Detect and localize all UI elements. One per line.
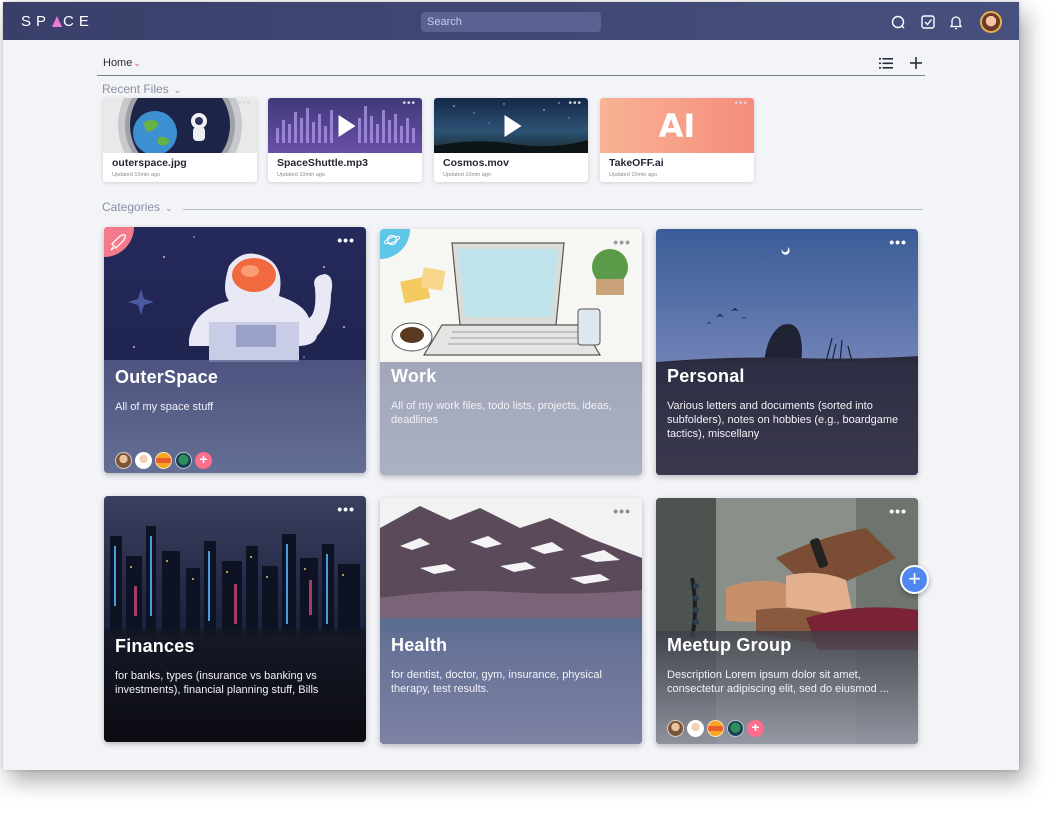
category-title: Finances bbox=[115, 636, 195, 656]
category-title: OuterSpace bbox=[115, 367, 219, 387]
chevron-down-icon: ⌄ bbox=[133, 58, 141, 68]
avatar[interactable] bbox=[135, 452, 152, 469]
user-avatar[interactable] bbox=[980, 11, 1002, 33]
category-description: All of my work files, todo lists, projec… bbox=[391, 400, 612, 426]
play-icon bbox=[338, 114, 356, 137]
category-description: Various letters and documents (sorted in… bbox=[667, 400, 899, 440]
category-card-outerspace[interactable]: ••• OuterSpace All of my space stuff + bbox=[104, 227, 366, 473]
file-name: Cosmos.mov bbox=[443, 157, 509, 169]
file-card[interactable]: ••• SpaceShuttle.mp3 Updated 10min ago bbox=[268, 98, 422, 182]
more-icon[interactable]: ••• bbox=[402, 99, 416, 109]
rocket-icon bbox=[104, 227, 134, 257]
file-card[interactable]: ••• outerspace.jpg Updated 10min ago bbox=[103, 98, 257, 182]
category-description: Description Lorem ipsum dolor sit amet, … bbox=[667, 669, 889, 695]
more-icon[interactable]: ••• bbox=[337, 233, 355, 247]
more-icon[interactable]: ••• bbox=[889, 235, 907, 249]
chevron-down-icon: ⌄ bbox=[165, 203, 173, 213]
avatar[interactable] bbox=[707, 720, 724, 737]
file-thumbnail: AI bbox=[600, 98, 754, 153]
file-thumbnail bbox=[103, 98, 257, 153]
home-dropdown[interactable]: Home⌄ bbox=[103, 57, 141, 69]
categories-toggle[interactable]: Categories ⌄ bbox=[102, 200, 173, 214]
category-title: Meetup Group bbox=[667, 635, 792, 655]
file-thumbnail bbox=[434, 98, 588, 153]
planet-icon bbox=[380, 229, 410, 259]
more-icon[interactable]: ••• bbox=[734, 99, 748, 109]
search-input[interactable] bbox=[421, 12, 601, 32]
more-icon[interactable]: ••• bbox=[237, 99, 251, 109]
category-title: Work bbox=[391, 366, 437, 386]
bell-icon[interactable] bbox=[948, 14, 964, 30]
file-card[interactable]: ••• Cosmos.mov Updated 10min ago bbox=[434, 98, 588, 182]
more-icon[interactable]: ••• bbox=[568, 99, 582, 109]
list-view-icon[interactable] bbox=[879, 58, 893, 69]
file-thumbnail bbox=[268, 98, 422, 153]
avatar[interactable] bbox=[175, 452, 192, 469]
chevron-down-icon: ⌄ bbox=[173, 85, 182, 95]
avatar[interactable] bbox=[115, 452, 132, 469]
ai-file-thumb-text: AI bbox=[658, 107, 696, 145]
app-logo[interactable]: SP CE bbox=[21, 13, 94, 30]
category-card-health[interactable]: ••• Health for dentist, doctor, gym, ins… bbox=[380, 498, 642, 744]
member-avatars: + bbox=[115, 452, 212, 469]
file-name: SpaceShuttle.mp3 bbox=[277, 157, 369, 169]
category-description: for dentist, doctor, gym, insurance, phy… bbox=[391, 669, 602, 695]
divider bbox=[183, 209, 923, 210]
more-icon[interactable]: ••• bbox=[613, 504, 631, 518]
add-member-button[interactable]: + bbox=[747, 720, 764, 737]
avatar[interactable] bbox=[687, 720, 704, 737]
member-avatars: + bbox=[667, 720, 764, 737]
top-bar: SP CE bbox=[3, 2, 1019, 40]
checkbox-icon[interactable] bbox=[920, 14, 936, 30]
play-icon bbox=[504, 114, 522, 137]
file-updated: Updated 10min ago bbox=[277, 172, 326, 178]
add-category-button[interactable]: + bbox=[900, 565, 929, 594]
avatar[interactable] bbox=[727, 720, 744, 737]
more-icon[interactable]: ••• bbox=[337, 502, 355, 516]
recent-files-toggle[interactable]: Recent Files ⌄ bbox=[102, 82, 181, 96]
category-card-finances[interactable]: ••• Finances for banks, types (insurance… bbox=[104, 496, 366, 742]
avatar[interactable] bbox=[667, 720, 684, 737]
file-updated: Updated 10min ago bbox=[112, 172, 161, 178]
avatar[interactable] bbox=[155, 452, 172, 469]
breadcrumb-bar: Home⌄ bbox=[97, 52, 925, 76]
file-name: TakeOFF.ai bbox=[609, 157, 664, 169]
category-description: All of my space stuff bbox=[115, 401, 214, 413]
category-description: for banks, types (insurance vs banking v… bbox=[115, 670, 319, 696]
category-card-work[interactable]: ••• Work All of my work files, todo list… bbox=[380, 229, 642, 475]
app-window: SPCE Home⌄ Recent Files⌄ ••• bbox=[3, 2, 1019, 770]
search-icon[interactable] bbox=[890, 14, 906, 30]
file-card[interactable]: AI ••• TakeOFF.ai Updated 10min ago bbox=[600, 98, 754, 182]
file-name: outerspace.jpg bbox=[112, 157, 187, 169]
file-updated: Updated 10min ago bbox=[609, 172, 658, 178]
plus-icon[interactable] bbox=[909, 56, 923, 70]
category-title: Personal bbox=[667, 366, 745, 386]
category-title: Health bbox=[391, 635, 448, 655]
more-icon[interactable]: ••• bbox=[889, 504, 907, 518]
category-card-personal[interactable]: ••• Personal Various letters and documen… bbox=[656, 229, 918, 475]
more-icon[interactable]: ••• bbox=[613, 235, 631, 249]
add-member-button[interactable]: + bbox=[195, 452, 212, 469]
file-updated: Updated 10min ago bbox=[443, 172, 492, 178]
category-card-meetup-group[interactable]: ••• Meetup Group Description Lorem ipsum… bbox=[656, 498, 918, 744]
